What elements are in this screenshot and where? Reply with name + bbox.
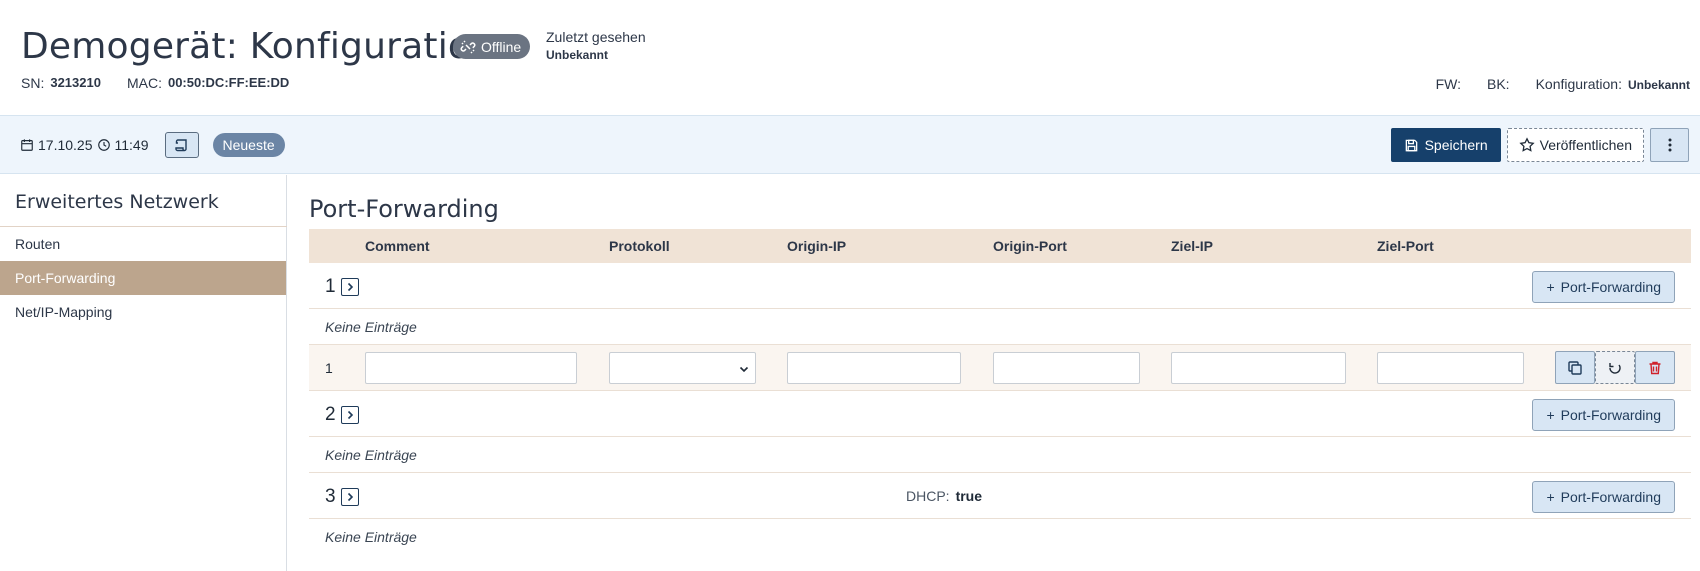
config-label: Konfiguration:: [1535, 76, 1622, 92]
add-button-label: Port-Forwarding: [1560, 489, 1661, 505]
chevron-right-icon: [347, 410, 353, 420]
empty-message: Keine Einträge: [325, 529, 417, 545]
group-number: 2: [325, 404, 359, 426]
protocol-select[interactable]: [609, 352, 756, 384]
group-number-label: 1: [325, 276, 336, 297]
sn-label: SN:: [21, 75, 45, 91]
dhcp-info: DHCP: true: [906, 488, 982, 504]
undo-icon: [1609, 362, 1621, 374]
origin-port-input[interactable]: [993, 352, 1140, 384]
expand-button[interactable]: [340, 406, 359, 424]
add-button-label: Port-Forwarding: [1560, 407, 1661, 423]
empty-message-row: Keine Einträge: [309, 309, 1691, 345]
config-value: Unbekannt: [1627, 78, 1690, 92]
group-number: 1: [325, 276, 359, 298]
column-header-origin-ip: Origin-IP: [787, 238, 847, 254]
reset-row-button[interactable]: [1595, 351, 1635, 384]
group-row: 1 + Port-Forwarding: [309, 263, 1691, 309]
dhcp-label: DHCP:: [906, 488, 950, 504]
toolbar-actions: Speichern Veröffentlichen: [1390, 128, 1689, 162]
chevron-down-icon: [739, 366, 749, 373]
version-meta: FW: BK: Konfiguration: Unbekannt: [1436, 76, 1690, 92]
group-number-label: 3: [325, 486, 336, 507]
version-time: 11:49: [114, 137, 149, 153]
chevron-right-icon: [347, 492, 353, 502]
column-header-protokoll: Protokoll: [609, 238, 670, 254]
row-index: 1: [325, 360, 333, 376]
group-number: 3: [325, 486, 359, 508]
origin-ip-input[interactable]: [787, 352, 961, 384]
save-button[interactable]: Speichern: [1390, 128, 1501, 162]
group-row: 3 DHCP: true + Port-Forwarding: [309, 473, 1691, 519]
scroll-icon: [174, 139, 187, 152]
device-meta: SN: 3213210 MAC: 00:50:DC:FF:EE:DD: [21, 75, 289, 91]
bk-label: BK:: [1487, 76, 1510, 92]
add-port-forwarding-button[interactable]: + Port-Forwarding: [1532, 271, 1675, 303]
clock-icon: [97, 139, 110, 151]
toolbar: 17.10.25 11:49 Neueste Speichern Veröffe…: [0, 115, 1700, 174]
history-button[interactable]: [164, 132, 199, 158]
sidebar: Erweitertes Netzwerk Routen Port-Forward…: [0, 175, 287, 571]
column-header-ziel-port: Ziel-Port: [1377, 238, 1434, 254]
add-port-forwarding-button[interactable]: + Port-Forwarding: [1532, 399, 1675, 431]
publish-button[interactable]: Veröffentlichen: [1506, 128, 1644, 162]
copy-icon: [1568, 360, 1582, 375]
save-icon: [1405, 139, 1417, 151]
latest-badge: Neueste: [212, 133, 285, 157]
copy-row-button[interactable]: [1555, 351, 1595, 384]
plus-icon: +: [1546, 407, 1555, 423]
link-broken-icon: [460, 39, 476, 54]
sidebar-item-port-forwarding[interactable]: Port-Forwarding: [0, 261, 286, 295]
empty-message-row: Keine Einträge: [309, 437, 1691, 473]
mac-label: MAC:: [126, 75, 162, 91]
last-seen-value: Unbekannt: [546, 48, 609, 62]
version-info: 17.10.25 11:49 Neueste: [20, 132, 285, 158]
status-badge: Offline: [453, 34, 531, 59]
status-badge-label: Offline: [481, 38, 522, 55]
column-header-ziel-ip: Ziel-IP: [1171, 238, 1214, 254]
version-date: 17.10.25: [38, 137, 93, 153]
table-header: Comment Protokoll Origin-IP Origin-Port …: [309, 229, 1691, 263]
table-row: 1: [309, 345, 1691, 391]
group-row: 2 + Port-Forwarding: [309, 391, 1691, 437]
target-port-input[interactable]: [1377, 352, 1524, 384]
sn-value: 3213210: [50, 75, 101, 90]
expand-button[interactable]: [340, 488, 359, 506]
column-header-comment: Comment: [365, 238, 430, 254]
more-options-button[interactable]: [1650, 128, 1689, 162]
empty-message: Keine Einträge: [325, 447, 417, 463]
last-seen: Zuletzt gesehen Unbekannt: [546, 29, 646, 62]
publish-button-label: Veröffentlichen: [1539, 137, 1632, 153]
mac-value: 00:50:DC:FF:EE:DD: [167, 75, 290, 90]
section-title: Port-Forwarding: [309, 195, 499, 223]
empty-message-row: Keine Einträge: [309, 519, 1691, 555]
more-vertical-icon: [1668, 138, 1671, 152]
plus-icon: +: [1546, 489, 1555, 505]
group-number-label: 2: [325, 404, 336, 425]
save-button-label: Speichern: [1424, 137, 1488, 153]
comment-input[interactable]: [365, 352, 577, 384]
plus-icon: +: [1546, 279, 1555, 295]
dhcp-value: true: [955, 488, 983, 504]
sidebar-item-routen[interactable]: Routen: [0, 227, 286, 261]
fw-label: FW:: [1435, 76, 1461, 92]
chevron-right-icon: [347, 282, 353, 292]
add-port-forwarding-button[interactable]: + Port-Forwarding: [1532, 481, 1675, 513]
sidebar-title: Erweitertes Netzwerk: [15, 191, 219, 213]
delete-row-button[interactable]: [1635, 351, 1675, 384]
column-header-origin-port: Origin-Port: [993, 238, 1067, 254]
expand-button[interactable]: [340, 278, 359, 296]
empty-message: Keine Einträge: [325, 319, 417, 335]
star-icon: [1519, 137, 1535, 152]
last-seen-label: Zuletzt gesehen: [546, 29, 646, 45]
page-title: Demogerät: Konfiguration: [21, 26, 494, 67]
trash-icon: [1649, 361, 1661, 374]
target-ip-input[interactable]: [1171, 352, 1346, 384]
sidebar-item-net-ip-mapping[interactable]: Net/IP-Mapping: [0, 295, 286, 329]
calendar-icon: [21, 139, 33, 151]
add-button-label: Port-Forwarding: [1560, 279, 1661, 295]
page-header: Demogerät: Konfiguration Offline Zuletzt…: [0, 0, 1700, 115]
